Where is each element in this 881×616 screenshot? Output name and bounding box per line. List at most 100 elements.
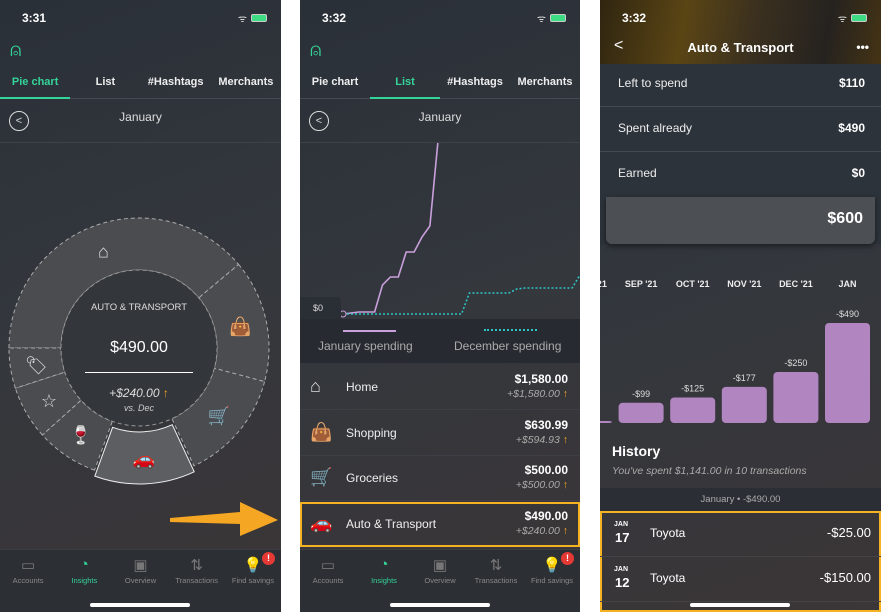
x-tick-label: OCT '21 [676,279,710,289]
screen-list: 3:32 ᯤ ⍝ Pie chart List #Hashtags Mercha… [300,0,580,612]
bar-value-label: -$177 [733,373,756,383]
category-name: Groceries [346,471,399,485]
bar[interactable] [825,323,870,423]
nav-accounts[interactable]: ▭ Accounts [0,550,56,612]
home-indicator [90,603,190,607]
page-title: Auto & Transport [687,40,794,55]
category-delta: +$594.93 [515,433,560,446]
car-icon: 🚗 [133,449,155,469]
tab-hashtags[interactable]: #Hashtags [440,72,510,98]
tab-bar: Pie chart List #Hashtags Merchants [0,72,281,99]
tag-icon: 🏷 [25,355,48,375]
category-row[interactable]: 🚗 Auto & Transport $490.00 +$240.00 ↑ [300,501,580,547]
monitor-icon: ▣ [133,557,148,574]
summary-row: Spent already $490 [600,107,881,152]
car-icon: 🚗 [310,512,333,533]
battery-icon [550,14,566,22]
y-tick-label: $0 [300,297,341,319]
home-icon: ⌂ [310,376,321,396]
wifi-icon: ᯤ [237,14,247,25]
tab-merchants[interactable]: Merchants [211,72,281,98]
bar[interactable] [600,420,612,423]
tab-hashtags[interactable]: #Hashtags [141,72,211,98]
month-label: January [119,110,162,124]
tab-merchants[interactable]: Merchants [510,72,580,98]
bar[interactable] [721,386,767,423]
tab-list[interactable]: List [370,72,440,99]
january-series-line [343,143,438,314]
tab-list[interactable]: List [70,72,140,98]
tx-merchant: Toyota [650,526,686,540]
category-name: Home [346,380,379,394]
up-arrow-icon: ↑ [562,433,568,446]
up-arrow-icon: ↑ [562,524,568,537]
x-tick-label: NOV '21 [727,279,761,289]
shopping-bag-icon: 👜 [229,315,251,336]
alert-badge: ! [262,552,276,565]
status-icons: ᯤ [238,11,267,25]
tx-merchant: Toyota [650,571,686,585]
status-icons: ᯤ [838,11,867,25]
nav-find-savings[interactable]: 💡 Find savings! [524,550,580,612]
x-tick-label: JAN [838,279,856,289]
wifi-icon: ᯤ [837,14,847,25]
category-amount: $500.00 [524,463,568,477]
budget-total[interactable]: $600 [606,197,875,244]
nav-find-savings[interactable]: 💡 Find savings! [225,550,281,612]
summary-row: Left to spend $110 [600,62,881,107]
category-name: Auto & Transport [346,516,437,531]
cart-icon: 🛒 [310,467,333,487]
category-amount: $490.00 [524,508,568,523]
divider [300,142,580,143]
summary-row: Earned $0 [618,166,865,180]
bar-value-label: -$250 [784,358,807,368]
tx-amount: -$150.00 [819,570,871,585]
status-time: 3:32 [322,11,347,25]
transaction-row[interactable]: JAN 12 Toyota -$150.00 [600,557,881,602]
arrows-icon: ⇅ [489,557,503,574]
star-icon: ☆ [41,391,57,411]
category-row[interactable]: 👜 Shopping $630.99 +$594.93 ↑ [300,411,580,456]
legend-line-december [484,329,537,331]
tab-pie-chart[interactable]: Pie chart [0,72,71,99]
card-icon: ▭ [21,557,36,574]
battery-icon [251,14,267,22]
legend-january: January spending [318,339,413,353]
divider [0,142,281,143]
tx-day: 12 [615,575,630,590]
donut-delta: +$240.00 [109,386,160,400]
food-drink-icon: 🍷 [70,424,92,445]
more-options-button[interactable]: ••• [856,40,869,54]
category-row[interactable]: ⌂ Home $1,580.00 +$1,580.00 ↑ [300,365,580,410]
nav-accounts[interactable]: ▭ Accounts [300,550,356,612]
profile-icon[interactable]: ⍝ [310,40,321,62]
group-header: January • -$490.00 [600,488,881,511]
december-series-line [343,275,580,314]
up-arrow-icon: ↑ [162,386,169,400]
bar[interactable] [670,397,716,423]
donut-comparison: vs. Dec [123,403,154,413]
tab-bar: Pie chart List #Hashtags Merchants [300,72,580,99]
bar[interactable] [773,371,819,423]
status-time: 3:31 [22,11,47,25]
category-row[interactable]: 🛒 Groceries $500.00 +$500.00 ↑ [300,456,580,501]
home-icon: ⌂ [98,241,109,261]
up-arrow-icon: ↑ [562,479,568,491]
category-delta: +$1,580.00 [506,388,560,400]
status-icons: ᯤ [537,11,566,25]
transaction-row[interactable]: JAN 17 Toyota -$25.00 [600,512,881,557]
tab-pie-chart[interactable]: Pie chart [300,72,370,98]
bar[interactable] [618,402,664,423]
home-indicator [390,603,490,607]
bar-value-label: -$125 [681,383,704,393]
legend-december: December spending [454,339,562,353]
bar-value-label: -$490 [836,309,859,319]
donut-amount: $490.00 [110,339,168,356]
shopping-bag-icon: 👜 [310,421,333,442]
spending-line-chart [300,0,580,320]
profile-icon[interactable]: ⍝ [10,40,21,62]
monthly-bar-chart: AUG '21 SEP '21 -$99 OCT '21 -$125 NOV '21 -$1… [600,279,870,423]
legend-line-january [343,330,396,332]
tx-amount: -$25.00 [826,525,871,540]
donut-category-title: AUTO & TRANSPORT [90,302,188,313]
